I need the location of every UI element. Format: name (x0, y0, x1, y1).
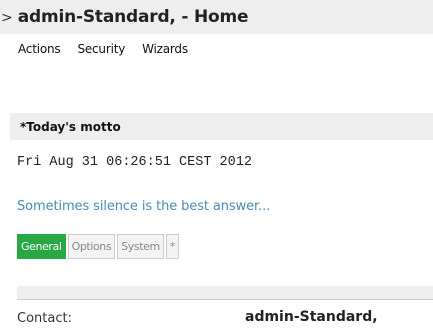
motto-panel-title: *Today's motto (20, 119, 121, 134)
motto-panel-header: *Today's motto (10, 113, 433, 140)
tab-star[interactable]: * (165, 234, 179, 259)
tab-bar: General Options System * (17, 234, 181, 259)
menu-bar: Actions Security Wizards (0, 34, 433, 64)
menu-item-security[interactable]: Security (77, 42, 125, 56)
tab-options[interactable]: Options (67, 234, 116, 259)
contact-value: admin-Standard, (245, 309, 378, 325)
tab-system[interactable]: System (117, 234, 164, 259)
menu-item-wizards[interactable]: Wizards (142, 42, 188, 56)
motto-text: Sometimes silence is the best answer... (17, 199, 271, 214)
menu-item-actions[interactable]: Actions (18, 42, 61, 56)
page-title: admin-Standard, - Home (17, 7, 249, 27)
title-bar: > admin-Standard, - Home (0, 0, 433, 34)
caret-icon[interactable]: > (1, 10, 13, 26)
contact-label: Contact: (17, 311, 72, 326)
contact-row: Contact: admin-Standard, (17, 299, 433, 331)
motto-timestamp: Fri Aug 31 06:26:51 CEST 2012 (17, 155, 252, 170)
tab-content-header (17, 286, 433, 299)
tab-general[interactable]: General (17, 234, 66, 259)
